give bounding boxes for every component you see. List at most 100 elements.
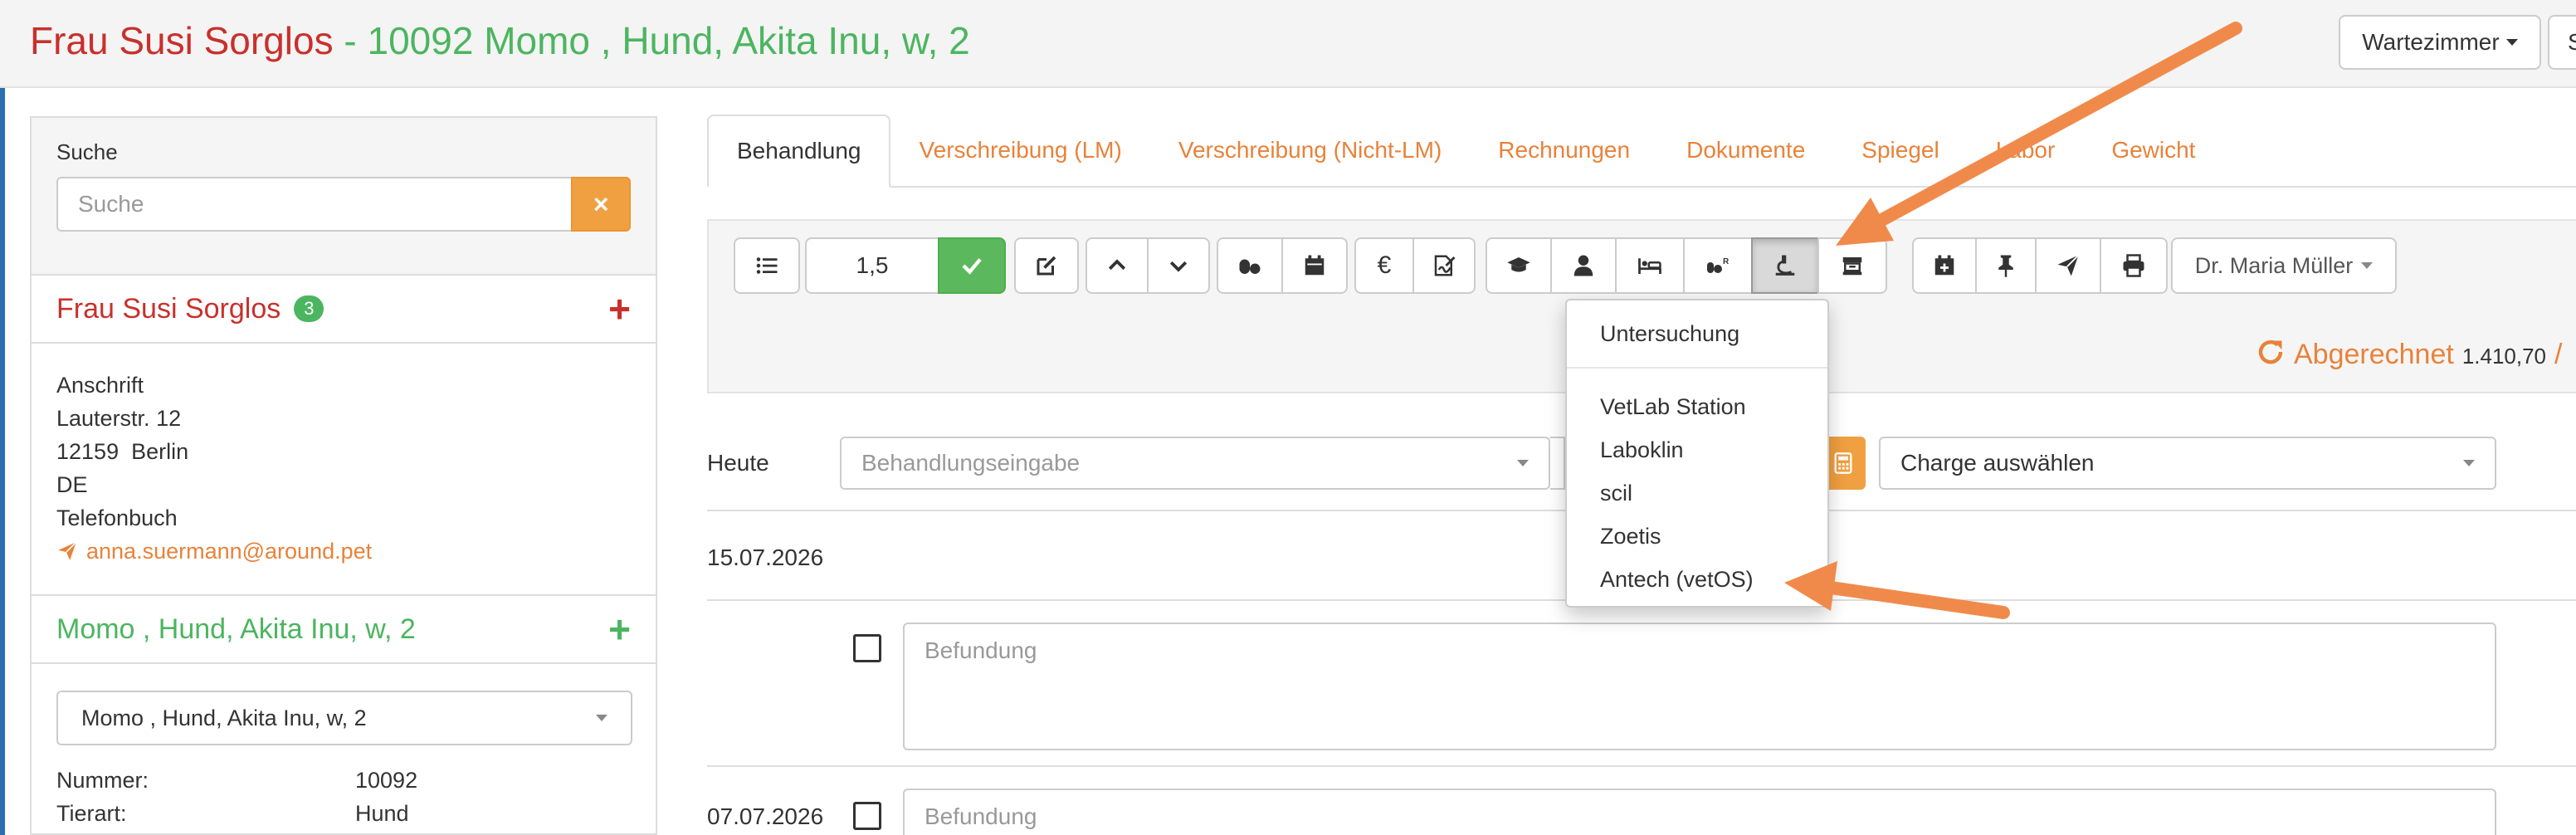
tab-verschreibung-nicht-lm[interactable]: Verschreibung (Nicht-LM) — [1150, 115, 1470, 186]
lab-dropdown-menu: Untersuchung VetLab Station Laboklin sci… — [1565, 299, 1829, 608]
owner-address: Anschrift Lauterstr. 12 12159 Berlin DE … — [32, 344, 656, 596]
calendar-plus-icon — [1934, 255, 1954, 276]
finding-placeholder: Befundung — [925, 803, 1037, 829]
send-icon — [2057, 254, 2080, 276]
send-button[interactable] — [2035, 237, 2101, 294]
search-panel: Suche × — [32, 118, 656, 276]
treatment-input[interactable]: Behandlungseingabe — [840, 437, 1550, 490]
record-date: 07.07.2026 — [707, 803, 824, 829]
quantity-input[interactable] — [805, 237, 939, 294]
owner-name-link[interactable]: Frau Susi Sorglos — [56, 293, 281, 325]
move-up-button[interactable] — [1086, 237, 1149, 294]
med-group — [1217, 237, 1348, 294]
tab-behandlung[interactable]: Behandlung — [707, 115, 891, 188]
tab-gewicht[interactable]: Gewicht — [2083, 115, 2223, 186]
owner-header: Frau Susi Sorglos 3 + — [32, 276, 656, 344]
address-city: 12159 Berlin — [56, 439, 189, 464]
charge-select[interactable]: Charge auswählen — [1879, 437, 2496, 490]
caret-down-icon — [596, 715, 607, 721]
record-checkbox[interactable] — [853, 634, 881, 662]
list-button[interactable] — [734, 237, 800, 294]
refresh-icon[interactable] — [2256, 337, 2286, 368]
chevron-up-icon — [1108, 259, 1126, 271]
chevron-down-icon — [1169, 261, 1188, 272]
window-edge-bar — [0, 0, 5, 835]
bed-icon — [1638, 258, 1661, 274]
address-street: Lauterstr. 12 — [56, 406, 182, 431]
list-group — [734, 237, 800, 294]
pet-select-value: Momo , Hund, Akita Inu, w, 2 — [81, 705, 367, 730]
list-icon — [756, 257, 778, 274]
tab-dokumente[interactable]: Dokumente — [1658, 115, 1833, 186]
search-input[interactable] — [56, 177, 572, 232]
owner-count-badge: 3 — [294, 295, 324, 322]
finding-placeholder: Befundung — [925, 637, 1037, 663]
menu-divider — [1567, 367, 1827, 369]
calendar-button[interactable] — [1281, 237, 1348, 294]
menu-item-scil[interactable]: scil — [1567, 471, 1827, 515]
treatment-amount-input[interactable] — [1550, 437, 1565, 490]
medication-button[interactable] — [1217, 237, 1283, 294]
pet-header: Momo , Hund, Akita Inu, w, 2 + — [32, 596, 656, 664]
billing-slash: / — [2554, 339, 2563, 370]
pet-select[interactable]: Momo , Hund, Akita Inu, w, 2 — [56, 691, 632, 745]
pet-name-link[interactable]: Momo , Hund, Akita Inu, w, 2 — [56, 613, 416, 646]
cash-register-button[interactable] — [1817, 237, 1887, 294]
education-button[interactable] — [1486, 237, 1552, 294]
waiting-room-button[interactable]: Wartezimmer — [2339, 15, 2541, 70]
finding-textarea[interactable]: Befundung — [903, 789, 2496, 835]
pin-button[interactable] — [1975, 237, 2037, 294]
add-owner-plus-icon[interactable]: + — [608, 290, 631, 328]
menu-item-antech-vetos[interactable]: Antech (vetOS) — [1567, 558, 1827, 601]
doctor-select-button[interactable]: Dr. Maria Müller — [2171, 237, 2397, 294]
header-patient-name: 10092 Momo , Hund, Akita Inu, w, 2 — [367, 19, 970, 62]
misc-group — [1912, 237, 2168, 294]
pin-icon — [1998, 255, 2013, 277]
print-icon — [2123, 254, 2144, 277]
edit-button[interactable] — [1014, 237, 1079, 294]
charge-placeholder: Charge auswählen — [1900, 450, 2095, 476]
person-button[interactable] — [1550, 237, 1617, 294]
signature-button[interactable] — [1412, 237, 1476, 294]
clear-search-button[interactable]: × — [571, 177, 631, 232]
main-actions-group: R — [1486, 237, 1887, 294]
tab-rechnungen[interactable]: Rechnungen — [1470, 115, 1658, 186]
phonebook-label: Telefonbuch — [56, 505, 178, 530]
billing-group: € — [1354, 237, 1476, 294]
calculator-icon — [1834, 452, 1852, 474]
lab-button[interactable] — [1751, 237, 1819, 294]
tab-verschreibung-lm[interactable]: Verschreibung (LM) — [890, 115, 1149, 186]
euro-button[interactable]: € — [1354, 237, 1414, 294]
menu-item-zoetis[interactable]: Zoetis — [1567, 515, 1827, 558]
doctor-name: Dr. Maria Müller — [2194, 252, 2354, 278]
record-date: 15.07.2026 — [707, 544, 824, 570]
add-pet-plus-icon[interactable]: + — [608, 610, 631, 648]
finding-textarea[interactable]: Befundung — [903, 623, 2496, 750]
info-key: Tierart: — [56, 800, 127, 826]
inpatient-button[interactable] — [1615, 237, 1685, 294]
print-button[interactable] — [2100, 237, 2168, 294]
billing-status: Abgerechnet 1.410,70 / — [2256, 337, 2562, 371]
info-value: 10092 — [355, 767, 418, 793]
quantity-group — [805, 237, 1006, 294]
menu-item-vetlab-station[interactable]: VetLab Station — [1567, 385, 1827, 428]
user-icon — [1573, 255, 1593, 276]
email-link[interactable]: anna.suermann@around.pet — [56, 535, 631, 568]
email-text: anna.suermann@around.pet — [86, 539, 373, 564]
move-down-button[interactable] — [1147, 237, 1210, 294]
caret-down-icon — [2463, 460, 2475, 466]
lab-icon — [1775, 255, 1795, 276]
tab-spiegel[interactable]: Spiegel — [1833, 115, 1967, 186]
confirm-button[interactable] — [938, 237, 1006, 294]
euro-icon: € — [1377, 251, 1392, 279]
header-extra-button[interactable]: S — [2548, 15, 2576, 70]
treatment-placeholder: Behandlungseingabe — [861, 450, 1081, 476]
menu-item-laboklin[interactable]: Laboklin — [1567, 428, 1827, 471]
info-key: Nummer: — [56, 767, 149, 793]
prescription-button[interactable]: R — [1683, 237, 1753, 294]
tab-labor[interactable]: Labor — [1968, 115, 2084, 186]
appointment-button[interactable] — [1912, 237, 1977, 294]
record-checkbox[interactable] — [853, 802, 881, 830]
caret-down-icon — [2505, 39, 2518, 46]
menu-item-untersuchung[interactable]: Untersuchung — [1567, 312, 1827, 355]
